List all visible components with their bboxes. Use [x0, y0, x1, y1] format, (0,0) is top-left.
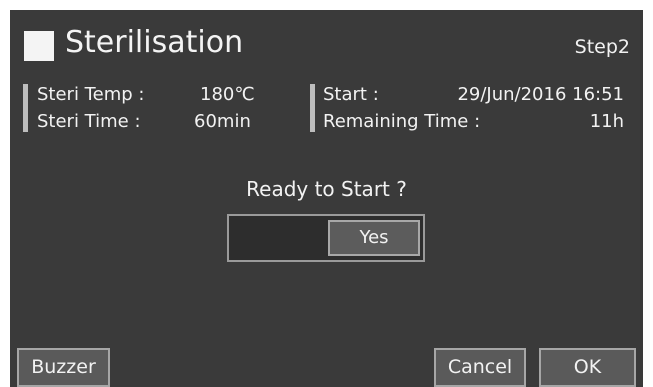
ready-prompt: Ready to Start ?: [246, 177, 407, 201]
cancel-button[interactable]: Cancel: [434, 348, 526, 387]
step-indicator: Step2: [574, 36, 630, 58]
sterilisation-screen: Sterilisation Step2 Steri Temp : 180℃ St…: [10, 10, 643, 387]
info-divider-right: [310, 84, 315, 132]
info-divider-left: [23, 84, 28, 132]
steri-temp-label: Steri Temp :: [37, 84, 145, 105]
ok-button[interactable]: OK: [539, 348, 636, 387]
steri-time-label: Steri Time :: [37, 111, 141, 132]
start-value: 29/Jun/2016 16:51: [457, 84, 624, 105]
title-square-icon: [24, 31, 54, 61]
buzzer-button[interactable]: Buzzer: [17, 348, 110, 387]
remaining-time-value: 11h: [589, 111, 624, 132]
start-label: Start :: [323, 84, 379, 105]
page-title: Sterilisation: [65, 25, 244, 60]
steri-temp-value: 180℃: [200, 84, 255, 105]
steri-time-value: 60min: [194, 111, 251, 132]
yes-button[interactable]: Yes: [328, 220, 420, 256]
remaining-time-label: Remaining Time :: [323, 111, 481, 132]
start-selector[interactable]: Yes: [227, 214, 425, 262]
